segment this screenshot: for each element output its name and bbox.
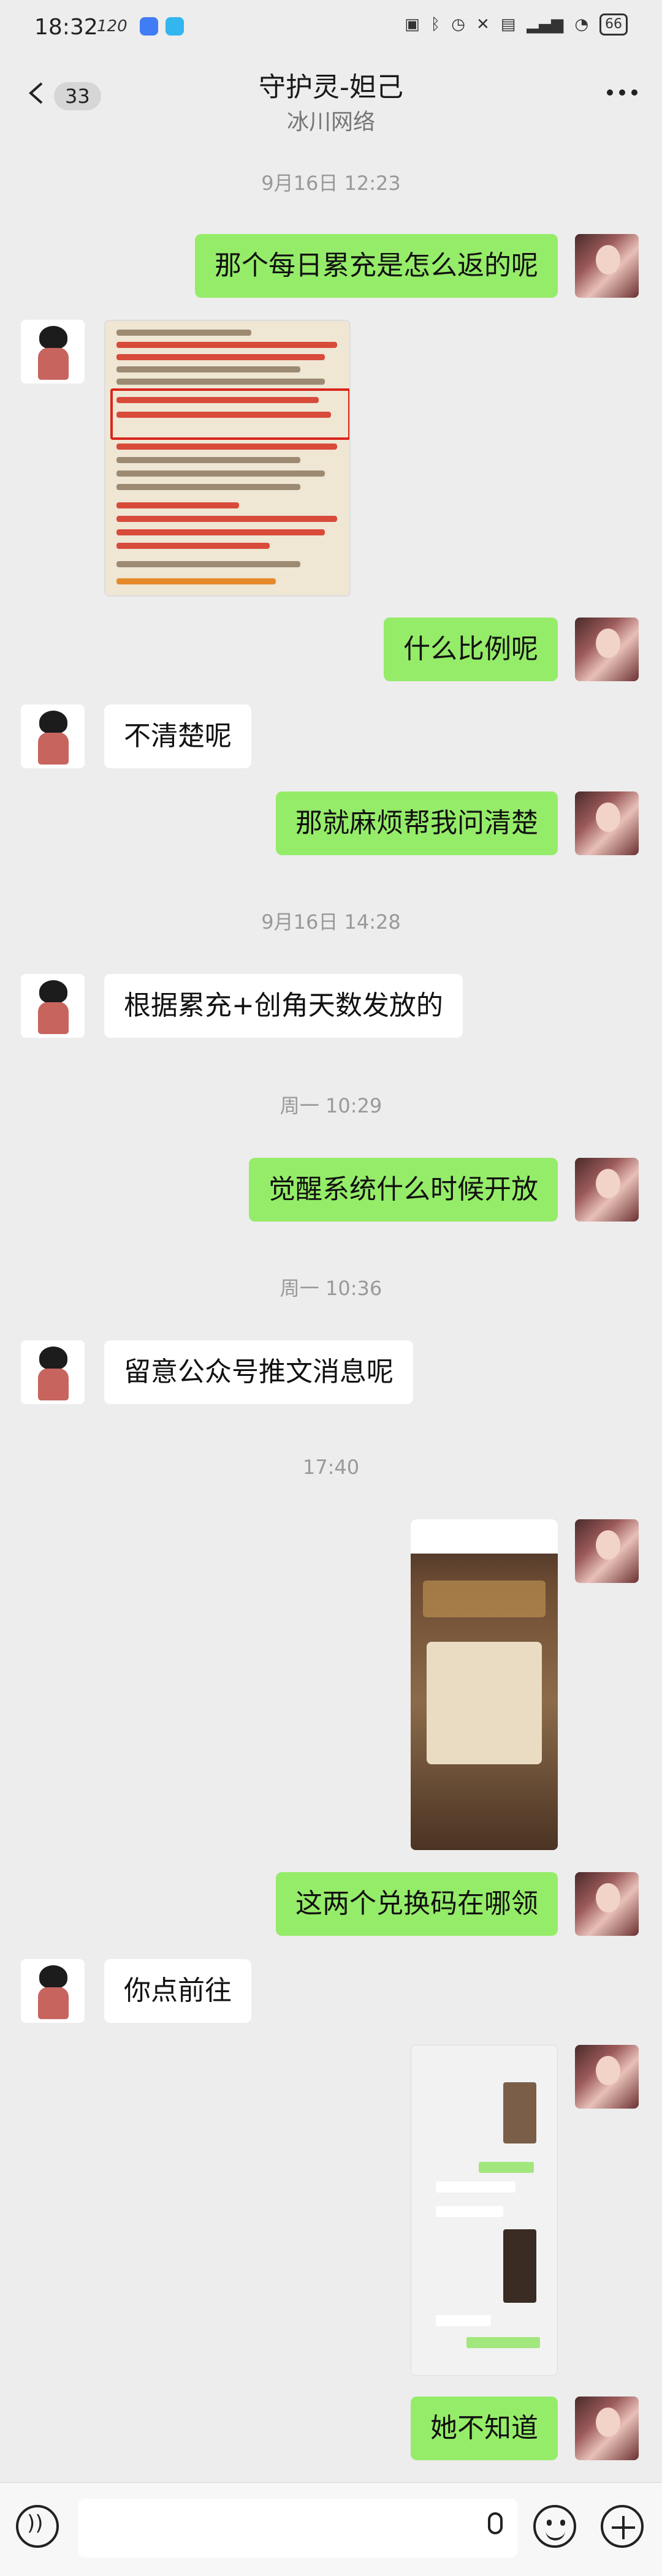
message-bubble-me[interactable]: 觉醒系统什么时候开放 [249,1158,558,1222]
bluetooth-icon: ᛒ [430,15,441,34]
message-input[interactable] [78,2499,517,2558]
image-message-chat-screenshot[interactable] [411,2045,558,2376]
avatar-me[interactable] [575,1158,639,1222]
alarm-icon: ◷ [451,15,465,34]
app-notification-icon-2 [166,17,184,36]
avatar-other[interactable] [21,1340,85,1404]
status-icons: ▣ ᛒ ◷ ✕ ▤ ▂▄▆ ◔ 66 [405,13,628,36]
chat-header: 33 守护灵-妲己 冰川网络 [0,59,662,151]
avatar-me[interactable] [575,618,639,681]
more-dots-icon[interactable] [607,89,637,96]
avatar-me[interactable] [575,2397,639,2460]
message-bubble-other[interactable]: 你点前往 [104,1959,251,2023]
voice-icon[interactable] [16,2505,59,2548]
wifi-icon: ◔ [574,15,588,34]
avatar-me[interactable] [575,791,639,855]
timestamp: 17:40 [302,1456,360,1479]
timestamp: 周一 10:29 [280,1094,382,1117]
mute-icon: ✕ [476,15,490,34]
chat-subtitle: 冰川网络 [286,110,375,135]
avatar-me[interactable] [575,234,639,298]
message-bubble-me[interactable]: 这两个兑换码在哪领 [276,1872,558,1936]
avatar-me[interactable] [575,1519,639,1583]
message-bubble-other[interactable]: 留意公众号推文消息呢 [104,1340,413,1404]
message-bubble-other[interactable]: 不清楚呢 [104,704,251,768]
avatar-other[interactable] [21,320,85,383]
app-notification-icon [140,17,158,36]
message-bubble-me[interactable]: 那就麻烦帮我问清楚 [276,791,558,855]
nfc-icon: ▣ [405,15,420,34]
avatar-other[interactable] [21,704,85,768]
timestamp: 9月16日 12:23 [261,172,401,195]
message-bubble-me[interactable]: 那个每日累充是怎么返的呢 [195,234,558,298]
emoji-icon[interactable] [533,2505,576,2548]
image-message-screenshot[interactable] [411,1519,558,1850]
status-time: 18:32 [34,15,98,40]
chat-title: 守护灵-妲己 [259,72,403,103]
mic-icon[interactable] [488,2512,503,2534]
hd-icon: ▤ [500,15,516,34]
refresh-rate-indicator: 120 [97,17,127,36]
plus-icon[interactable] [601,2505,644,2548]
avatar-me[interactable] [575,2045,639,2109]
battery-indicator: 66 [599,13,628,36]
chat-input-bar [0,2482,662,2576]
timestamp: 周一 10:36 [280,1277,382,1300]
message-bubble-me[interactable]: 什么比例呢 [384,618,558,681]
status-bar: 18:32 120 ▣ ᛒ ◷ ✕ ▤ ▂▄▆ ◔ 66 [0,0,662,59]
image-message-notice[interactable] [104,320,351,597]
avatar-other[interactable] [21,974,85,1038]
avatar-me[interactable] [575,1872,639,1936]
message-bubble-me[interactable]: 她不知道 [411,2397,558,2460]
message-bubble-other[interactable]: 根据累充+创角天数发放的 [104,974,463,1038]
signal-icon: ▂▄▆ [527,15,564,34]
timestamp: 9月16日 14:28 [261,910,401,934]
avatar-other[interactable] [21,1959,85,2023]
